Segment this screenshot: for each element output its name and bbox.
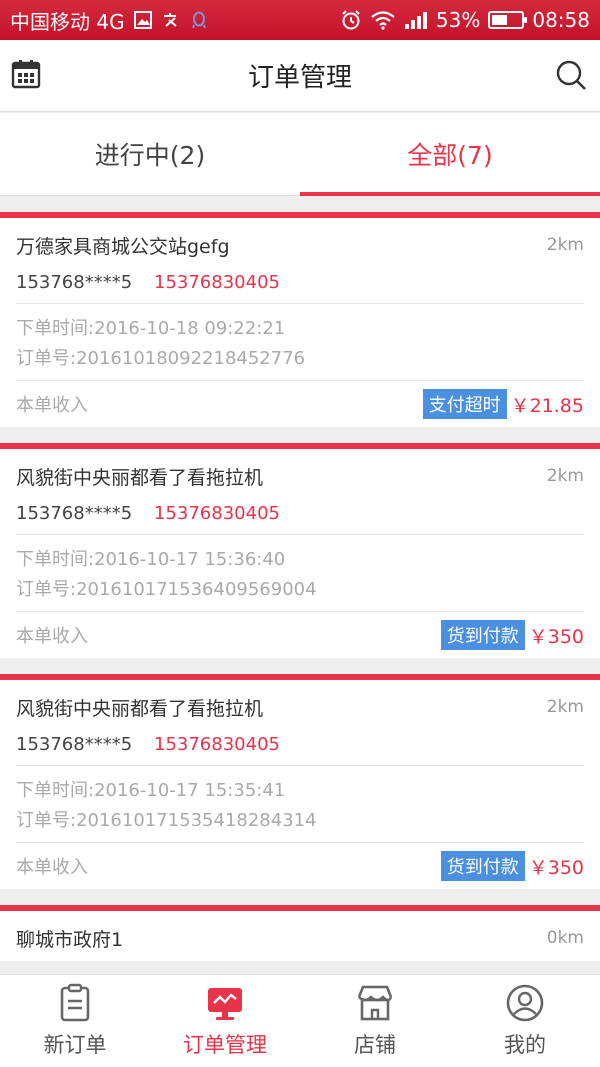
- store-icon: [357, 985, 393, 1021]
- store-name: 聊城市政府1: [16, 928, 124, 951]
- search-icon[interactable]: [554, 58, 588, 92]
- distance: 2km: [546, 235, 584, 255]
- income-amount: ￥21.85: [510, 394, 584, 417]
- payment-status-badge: 货到付款: [440, 851, 525, 881]
- nav-label: 订单管理: [183, 1033, 267, 1057]
- order-header-row: 聊城市政府1 0km: [16, 911, 584, 961]
- phone-link[interactable]: 15376830405: [154, 734, 280, 755]
- payment-status-badge: 货到付款: [440, 620, 525, 650]
- contact-row: 153768****5 15376830405: [16, 730, 584, 766]
- nav-new-orders[interactable]: 新订单: [0, 975, 150, 1067]
- order-number: 订单号:20161017153541828431​4: [16, 810, 317, 831]
- app-header: 订单管理: [0, 40, 600, 112]
- order-card[interactable]: 风貌街中央丽都看了看拖拉机 2km 153768****5 1537683040…: [0, 443, 600, 658]
- qq-icon: [189, 10, 209, 30]
- nav-label: 新订单: [43, 1033, 107, 1057]
- status-bar: 中国移动 4G 53% 08:58: [0, 0, 600, 40]
- app-notification-icon: [161, 10, 181, 30]
- nav-profile[interactable]: 我的: [450, 975, 600, 1067]
- nav-label: 我的: [504, 1033, 546, 1057]
- carrier-label: 中国移动 4G: [10, 9, 125, 34]
- order-card[interactable]: 万德家具商城公交站gefg 2km 153768****5 1537683040…: [0, 212, 600, 427]
- monitor-icon: [208, 988, 242, 1020]
- order-time: 下单时间:2016-10-18 09:22:21: [16, 318, 286, 339]
- battery-percent: 53%: [435, 8, 481, 32]
- tab-all[interactable]: 全部(7): [300, 113, 600, 196]
- order-info: 下单时间:2016-10-18 09:22:21 订单号:20161018092…: [16, 304, 584, 381]
- distance: 0km: [546, 928, 584, 948]
- income-row: 本单收入 货到付款 ￥350: [16, 843, 584, 889]
- clock: 08:58: [532, 8, 590, 32]
- status-right: 53% 08:58: [340, 8, 590, 32]
- income-label: 本单收入: [16, 626, 88, 647]
- order-tabs: 进行中(2) 全部(7): [0, 113, 600, 196]
- order-time: 下单时间:2016-10-17 15:36:40: [16, 549, 286, 570]
- order-card[interactable]: 聊城市政府1 0km: [0, 905, 600, 961]
- masked-phone: 153768****5: [16, 734, 133, 755]
- distance: 2km: [546, 466, 584, 486]
- order-header-row: 风貌街中央丽都看了看拖拉机 2km: [16, 449, 584, 499]
- income-values: 货到付款 ￥350: [440, 620, 584, 650]
- distance: 2km: [546, 697, 584, 717]
- order-info: 下单时间:2016-10-17 15:35:41 订单号:20161017153…: [16, 766, 584, 843]
- income-amount: ￥350: [528, 625, 584, 648]
- income-label: 本单收入: [16, 857, 88, 878]
- masked-phone: 153768****5: [16, 503, 133, 524]
- signal-icon: [404, 10, 428, 30]
- user-icon: [506, 984, 544, 1022]
- bottom-nav: 新订单 订单管理 店铺 我的: [0, 974, 600, 1067]
- income-row: 本单收入 支付超时 ￥21.85: [16, 381, 584, 427]
- calendar-icon[interactable]: [10, 58, 42, 90]
- nav-label: 店铺: [354, 1033, 396, 1057]
- store-name: 万德家具商城公交站gefg: [16, 235, 230, 258]
- income-values: 支付超时 ￥21.85: [422, 389, 584, 419]
- order-header-row: 风貌街中央丽都看了看拖拉机 2km: [16, 680, 584, 730]
- store-name: 风貌街中央丽都看了看拖拉机: [16, 466, 264, 489]
- order-number: 订单号:20161018092218452776: [16, 348, 306, 369]
- order-header-row: 万德家具商城公交站gefg 2km: [16, 218, 584, 268]
- order-list: 万德家具商城公交站gefg 2km 153768****5 1537683040…: [0, 212, 600, 977]
- battery-icon: [488, 11, 528, 29]
- order-info: 下单时间:2016-10-17 15:36:40 订单号:20161017153…: [16, 535, 584, 612]
- gallery-icon: [133, 10, 153, 30]
- order-time: 下单时间:2016-10-17 15:35:41: [16, 780, 286, 801]
- contact-row: 153768****5 15376830405: [16, 268, 584, 304]
- masked-phone: 153768****5: [16, 272, 133, 293]
- nav-order-management[interactable]: 订单管理: [150, 975, 300, 1067]
- clipboard-icon: [60, 983, 90, 1022]
- store-name: 风貌街中央丽都看了看拖拉机: [16, 697, 264, 720]
- phone-link[interactable]: 15376830405: [154, 503, 280, 524]
- payment-status-badge: 支付超时: [422, 389, 507, 419]
- status-left: 中国移动 4G: [10, 6, 209, 35]
- order-number: 订单号:20161017153640956900​4: [16, 579, 317, 600]
- income-values: 货到付款 ￥350: [440, 851, 584, 881]
- contact-row: 153768****5 15376830405: [16, 499, 584, 535]
- page-title: 订单管理: [247, 63, 352, 93]
- alarm-icon: [340, 9, 362, 31]
- phone-link[interactable]: 15376830405: [154, 272, 280, 293]
- wifi-icon: [370, 10, 396, 30]
- income-amount: ￥350: [528, 856, 584, 879]
- income-label: 本单收入: [16, 395, 88, 416]
- nav-store[interactable]: 店铺: [300, 975, 450, 1067]
- tab-in-progress[interactable]: 进行中(2): [0, 113, 300, 195]
- order-card[interactable]: 风貌街中央丽都看了看拖拉机 2km 153768****5 1537683040…: [0, 674, 600, 889]
- income-row: 本单收入 货到付款 ￥350: [16, 612, 584, 658]
